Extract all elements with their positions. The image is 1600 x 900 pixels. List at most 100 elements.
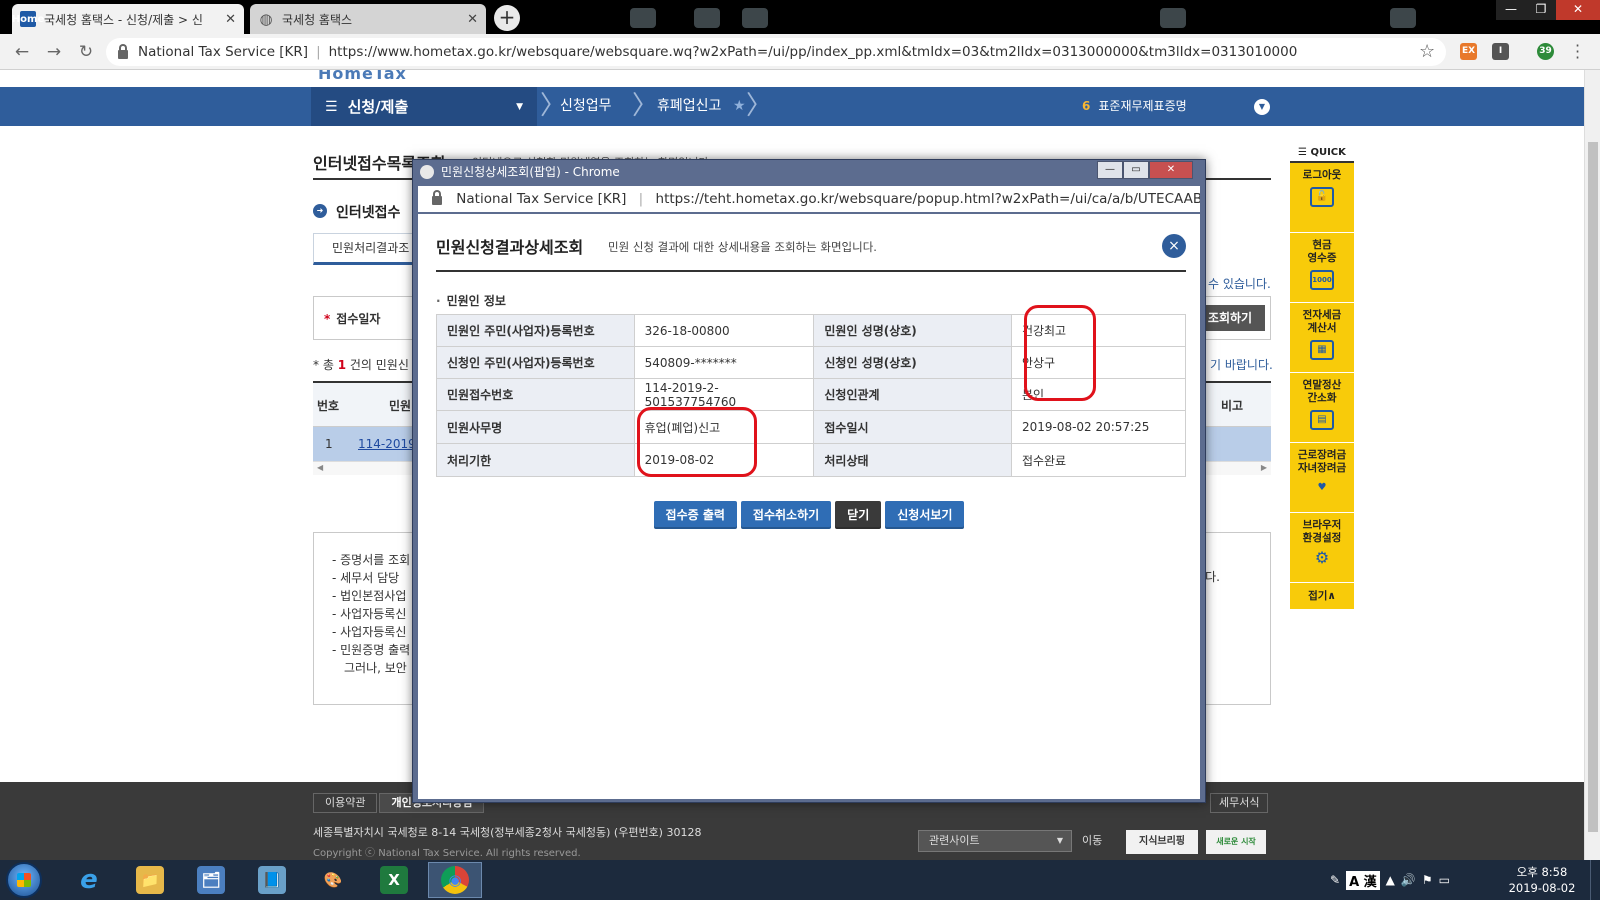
monitor-icon[interactable]: ▭ [1439, 873, 1450, 887]
receipt-link[interactable]: 114-2019 [358, 437, 416, 451]
count-prefix: * 총 [313, 358, 334, 372]
taskbar-chrome[interactable]: ◉ [428, 862, 482, 898]
scrollbar-thumb[interactable] [1588, 142, 1598, 832]
detail-popup-window: 민원신청상세조회(팝업) - Chrome — ▭ ✕ National Tax… [412, 159, 1206, 803]
taskbar-excel[interactable]: X [367, 862, 421, 898]
tab-close-icon[interactable]: ✕ [225, 12, 236, 27]
close-button[interactable]: 닫기 [835, 501, 882, 529]
taskbar-ie[interactable]: e [62, 862, 116, 898]
quick-logout[interactable]: 로그아웃 🔓 [1290, 163, 1354, 233]
page-scrollbar[interactable] [1584, 70, 1600, 860]
gear-icon: ⚙ [1314, 548, 1330, 567]
label-cell: 민원접수번호 [436, 378, 635, 411]
quick-label: 계산서 [1307, 322, 1337, 334]
taskbar-app4[interactable]: 📘 [245, 862, 299, 898]
label-cell: 민원인 주민(사업자)등록번호 [436, 314, 635, 347]
hometax-logo[interactable]: HomeTax [318, 70, 407, 83]
scroll-left-icon[interactable]: ◀ [317, 463, 323, 472]
popup-address-bar[interactable]: National Tax Service [KR] | https://teht… [418, 186, 1200, 212]
footer-copyright: Copyright ⓒ National Tax Service. All ri… [313, 848, 581, 859]
reload-icon[interactable]: ↻ [76, 42, 96, 62]
network-icon[interactable]: ✎ [1330, 873, 1340, 887]
lock-icon [432, 190, 442, 205]
new-tab-button[interactable]: + [494, 5, 520, 31]
breadcrumb-apply[interactable]: 신청업무 [560, 87, 612, 126]
popup-title: 민원신청결과상세조회 [436, 238, 584, 257]
tab-hometax-apply[interactable]: Home 국세청 홈택스 - 신청/제출 > 신 ✕ [12, 4, 244, 34]
gnb-menu-apply[interactable]: ☰ 신청/제출 ▼ [311, 87, 537, 126]
tab-close-icon[interactable]: ✕ [467, 12, 478, 27]
bookmark-star-icon[interactable]: ☆ [1419, 41, 1435, 62]
label-cell: 신청인 성명(상호) [813, 346, 1012, 379]
blurred-desktop-icon [694, 8, 720, 28]
notice-line: - 사업자등록신 [332, 607, 407, 621]
view-application-button[interactable]: 신청서보기 [885, 501, 965, 529]
receipt-icon: 1000 [1310, 270, 1334, 290]
label-cell: 신청인 주민(사업자)등록번호 [436, 346, 635, 379]
footer-link[interactable]: 세무서식 [1210, 793, 1269, 813]
print-receipt-button[interactable]: 접수증 출력 [653, 501, 737, 529]
blurred-desktop-icon [1160, 8, 1186, 28]
back-arrow-icon[interactable]: ← [12, 42, 32, 62]
maximize-button[interactable]: ▭ [1123, 161, 1149, 179]
site-identity: National Tax Service [KR] [456, 191, 627, 207]
forward-arrow-icon[interactable]: → [44, 42, 64, 62]
volume-icon[interactable]: 🔊 [1401, 873, 1416, 887]
label-cell: 처리상태 [813, 443, 1012, 477]
quick-header-text: QUICK [1310, 147, 1346, 158]
cancel-receipt-button[interactable]: 접수취소하기 [740, 501, 832, 529]
related-site-select[interactable]: 관련사이트 ▼ [918, 830, 1072, 852]
minimize-button[interactable]: — [1496, 0, 1526, 20]
taskbar-paint[interactable]: 🎨 [306, 862, 360, 898]
scroll-right-icon[interactable]: ▶ [1261, 463, 1267, 472]
quick-cash-receipt[interactable]: 현금 영수증 1000 [1290, 233, 1354, 303]
gnb-recent-item[interactable]: 6 표준재무제표증명 [1082, 87, 1187, 126]
favorite-star-icon[interactable]: ★ [733, 87, 746, 126]
extension-i-icon[interactable]: I [1492, 43, 1509, 60]
show-desktop-button[interactable] [1590, 860, 1600, 900]
quick-e-invoice[interactable]: 전자세금 계산서 ▦ [1290, 303, 1354, 373]
maximize-button[interactable]: ❐ [1526, 0, 1556, 20]
tab-hometax[interactable]: ◍ 국세청 홈택스 ✕ [250, 4, 486, 34]
heart-icon: ♥ [1317, 482, 1327, 493]
quick-menu: ☰ QUICK 로그아웃 🔓 현금 영수증 1000 전자세금 계산서 ▦ 연말정산… [1290, 143, 1354, 609]
ime-indicator[interactable]: A 漢 [1346, 870, 1380, 890]
flag-icon[interactable]: ⚑ [1422, 873, 1433, 887]
site-identity: National Tax Service [KR] [138, 44, 309, 60]
go-button[interactable]: 이동 [1082, 832, 1102, 848]
result-count: * 총 1 건의 민원신 [313, 356, 409, 373]
cell-no: 1 [325, 437, 333, 451]
popup-button-bar: 접수증 출력 접수취소하기 닫기 신청서보기 [418, 501, 1200, 529]
tab-title: 국세청 홈택스 - 신청/제출 > 신 [44, 12, 203, 27]
dropdown-triangle-icon: ▼ [516, 101, 523, 112]
taskbar-clock[interactable]: 오후 8:58 2019-08-02 [1500, 864, 1584, 896]
form-app-icon: 🗂 [197, 866, 225, 894]
taskbar-explorer[interactable]: 📁 [123, 862, 177, 898]
quick-fold-button[interactable]: 접기∧ [1290, 583, 1354, 609]
chevron-down-icon[interactable]: ▼ [1254, 99, 1270, 115]
chrome-menu-icon[interactable]: · · · [1575, 38, 1580, 66]
address-bar[interactable]: National Tax Service [KR] | https://www.… [106, 38, 1446, 66]
start-button[interactable] [6, 862, 42, 898]
breadcrumb-closure[interactable]: 휴폐업신고 [657, 87, 721, 126]
popup-desc: 민원 신청 결과에 대한 상세내용을 조회하는 화면입니다. [608, 240, 877, 254]
tray-expand-icon[interactable]: ▲ [1386, 873, 1395, 887]
close-icon[interactable]: × [1162, 234, 1186, 258]
profile-badge[interactable]: 39 [1537, 43, 1554, 60]
briefing-banner[interactable]: 지식브리핑 [1126, 830, 1198, 854]
minimize-button[interactable]: — [1097, 161, 1123, 179]
notice-line: - 법인본점사업 [332, 589, 407, 603]
footer-link[interactable]: 이용약관 [313, 793, 378, 813]
quick-browser-settings[interactable]: 브라우저 환경설정 ⚙ [1290, 513, 1354, 583]
tip-text: 수 있습니다. [1208, 277, 1271, 291]
quick-year-end[interactable]: 연말정산 간소화 ▤ [1290, 373, 1354, 443]
tab-title: 국세청 홈택스 [282, 12, 353, 27]
url-text: https://www.hometax.go.kr/websquare/webs… [328, 44, 1298, 60]
quick-incentive[interactable]: 근로장려금 자녀장려금 ♥ [1290, 443, 1354, 513]
campaign-banner[interactable]: 새로운 시작 [1206, 830, 1266, 854]
extension-ex-icon[interactable]: EX [1460, 43, 1477, 60]
section-title: · 민원인 정보 [436, 292, 506, 309]
close-window-button[interactable]: ✕ [1149, 161, 1193, 179]
close-window-button[interactable]: ✕ [1556, 0, 1600, 20]
taskbar-app3[interactable]: 🗂 [184, 862, 238, 898]
